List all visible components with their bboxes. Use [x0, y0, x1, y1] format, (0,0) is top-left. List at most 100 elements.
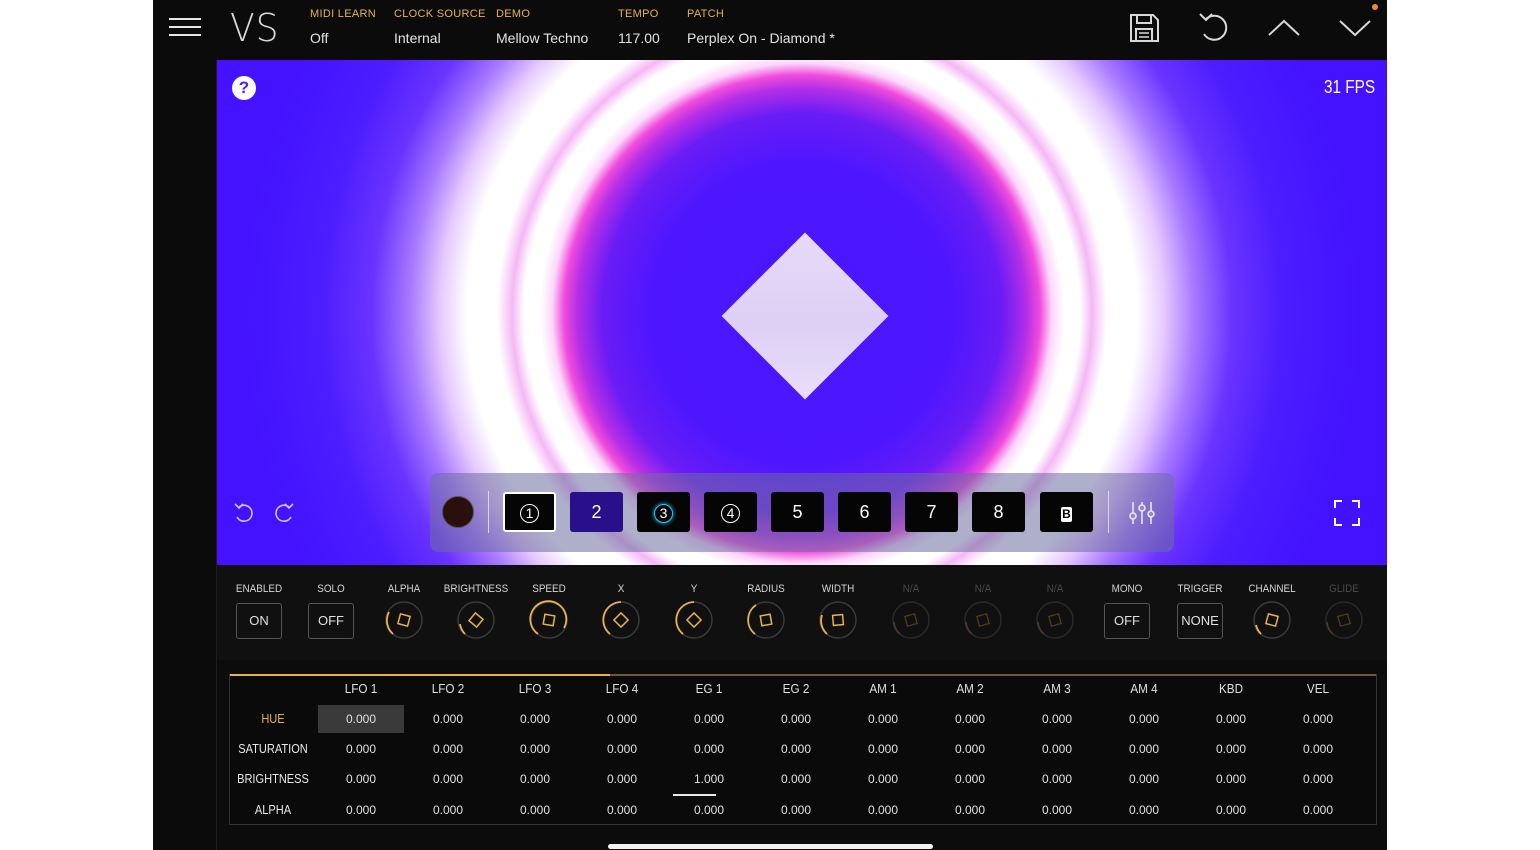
midi-learn-setting[interactable]: MIDI LEARN Off [310, 8, 376, 46]
radius-control: RADIUS [730, 583, 802, 640]
matrix-cell[interactable]: 0.000 [840, 735, 926, 763]
demo-setting[interactable]: DEMO Mellow Techno [496, 8, 588, 46]
matrix-cell[interactable]: 0.000 [927, 765, 1013, 793]
save-icon[interactable] [1126, 10, 1162, 46]
matrix-cell[interactable]: 0.000 [318, 705, 404, 733]
chevron-up-icon[interactable] [1266, 10, 1302, 46]
chevron-down-icon[interactable] [1337, 10, 1373, 46]
matrix-cell[interactable]: 0.000 [405, 705, 491, 733]
matrix-cell[interactable]: 0.000 [840, 705, 926, 733]
layer-button-3[interactable]: 3 [637, 492, 690, 532]
radius-knob[interactable] [746, 600, 786, 640]
matrix-cell[interactable]: 0.000 [840, 765, 926, 793]
tempo-setting[interactable]: TEMPO 117.00 [618, 8, 660, 46]
alpha-knob[interactable] [384, 600, 424, 640]
mono-label: MONO [1111, 583, 1143, 595]
matrix-cell[interactable]: 0.000 [666, 796, 752, 824]
na-control-1: N/A [875, 583, 947, 640]
matrix-cell[interactable]: 0.000 [405, 765, 491, 793]
matrix-cell[interactable]: 0.000 [753, 796, 839, 824]
width-knob[interactable] [818, 600, 858, 640]
matrix-cell[interactable]: 0.000 [579, 705, 665, 733]
y-label: Y [690, 583, 698, 595]
canvas-undo-icon[interactable] [232, 501, 256, 525]
midi-learn-value: Off [310, 30, 329, 46]
app-window: VS MIDI LEARN Off CLOCK SOURCE Internal … [153, 0, 1387, 850]
na-label: N/A [1046, 583, 1064, 595]
speed-knob[interactable] [529, 600, 569, 640]
layer-button-6[interactable]: 6 [838, 492, 891, 532]
matrix-cell[interactable]: 0.000 [318, 735, 404, 763]
help-button[interactable]: ? [232, 76, 256, 100]
matrix-cell[interactable]: 0.000 [753, 765, 839, 793]
matrix-cell[interactable]: 0.000 [753, 705, 839, 733]
matrix-cell[interactable]: 0.000 [492, 796, 578, 824]
matrix-cell[interactable]: 1.000 [666, 765, 752, 796]
matrix-cell[interactable]: 0.000 [318, 765, 404, 793]
layer-button-7[interactable]: 7 [905, 492, 958, 532]
mono-toggle[interactable]: OFF [1104, 603, 1150, 639]
matrix-cell[interactable]: 0.000 [927, 735, 1013, 763]
matrix-cell[interactable]: 0.000 [1188, 735, 1274, 763]
matrix-cell[interactable]: 0.000 [579, 796, 665, 824]
matrix-cell[interactable]: 0.000 [579, 765, 665, 793]
matrix-cell[interactable]: 0.000 [840, 796, 926, 824]
matrix-cell[interactable]: 0.000 [579, 735, 665, 763]
x-knob[interactable] [601, 600, 641, 640]
layer-button-4[interactable]: 4 [704, 492, 757, 532]
matrix-cell[interactable]: 0.000 [1188, 705, 1274, 733]
patch-setting[interactable]: PATCH Perplex On - Diamond * [687, 8, 835, 46]
row-label[interactable]: BRIGHTNESS [236, 771, 309, 786]
layer-button-5[interactable]: 5 [771, 492, 824, 532]
visual-canvas[interactable]: ? 31 FPS 1 2 3 4 5 6 7 8 B [217, 60, 1387, 565]
color-swatch[interactable] [442, 496, 474, 528]
matrix-cell[interactable]: 0.000 [1101, 796, 1187, 824]
solo-toggle[interactable]: OFF [308, 603, 354, 639]
layer-button-2[interactable]: 2 [570, 492, 623, 532]
matrix-cell[interactable]: 0.000 [1101, 765, 1187, 793]
brightness-knob[interactable] [456, 600, 496, 640]
matrix-cell[interactable]: 0.000 [1275, 705, 1361, 733]
matrix-cell[interactable]: 0.000 [1275, 765, 1361, 793]
matrix-cell[interactable]: 0.000 [492, 765, 578, 793]
trigger-select[interactable]: NONE [1177, 603, 1223, 639]
matrix-cell[interactable]: 0.000 [927, 796, 1013, 824]
matrix-cell[interactable]: 0.000 [405, 735, 491, 763]
matrix-cell[interactable]: 0.000 [1014, 796, 1100, 824]
row-label[interactable]: ALPHA [236, 802, 309, 817]
clock-source-setting[interactable]: CLOCK SOURCE Internal [394, 8, 486, 46]
matrix-cell[interactable]: 0.000 [492, 735, 578, 763]
matrix-cell[interactable]: 0.000 [927, 705, 1013, 733]
matrix-cell[interactable]: 0.000 [405, 796, 491, 824]
canvas-redo-icon[interactable] [272, 501, 296, 525]
matrix-cell[interactable]: 0.000 [318, 796, 404, 824]
channel-knob[interactable] [1252, 600, 1292, 640]
matrix-cell[interactable]: 0.000 [1101, 735, 1187, 763]
fullscreen-icon[interactable] [1333, 499, 1361, 527]
enabled-toggle[interactable]: ON [236, 603, 282, 639]
na-label: N/A [902, 583, 920, 595]
matrix-cell[interactable]: 0.000 [666, 705, 752, 733]
matrix-cell[interactable]: 0.000 [1014, 705, 1100, 733]
row-label[interactable]: SATURATION [236, 741, 309, 756]
layer-button-b[interactable]: B [1040, 492, 1093, 532]
matrix-cell[interactable]: 0.000 [1014, 735, 1100, 763]
matrix-cell[interactable]: 0.000 [753, 735, 839, 763]
matrix-cell[interactable]: 0.000 [1188, 796, 1274, 824]
matrix-cell[interactable]: 0.000 [1014, 765, 1100, 793]
matrix-cell[interactable]: 0.000 [1275, 796, 1361, 824]
matrix-cell[interactable]: 0.000 [1275, 735, 1361, 763]
menu-icon[interactable] [169, 16, 201, 38]
layer-button-8[interactable]: 8 [972, 492, 1025, 532]
matrix-cell[interactable]: 0.000 [666, 735, 752, 763]
y-knob[interactable] [674, 600, 714, 640]
mixer-sliders-icon[interactable] [1127, 499, 1157, 527]
sidebar [153, 60, 217, 850]
matrix-cell[interactable]: 0.000 [492, 705, 578, 733]
matrix-top-accent [230, 674, 610, 676]
undo-icon[interactable] [1196, 10, 1232, 46]
matrix-cell[interactable]: 0.000 [1101, 705, 1187, 733]
matrix-cell[interactable]: 0.000 [1188, 765, 1274, 793]
layer-button-1[interactable]: 1 [503, 492, 556, 532]
row-label[interactable]: HUE [236, 711, 309, 726]
